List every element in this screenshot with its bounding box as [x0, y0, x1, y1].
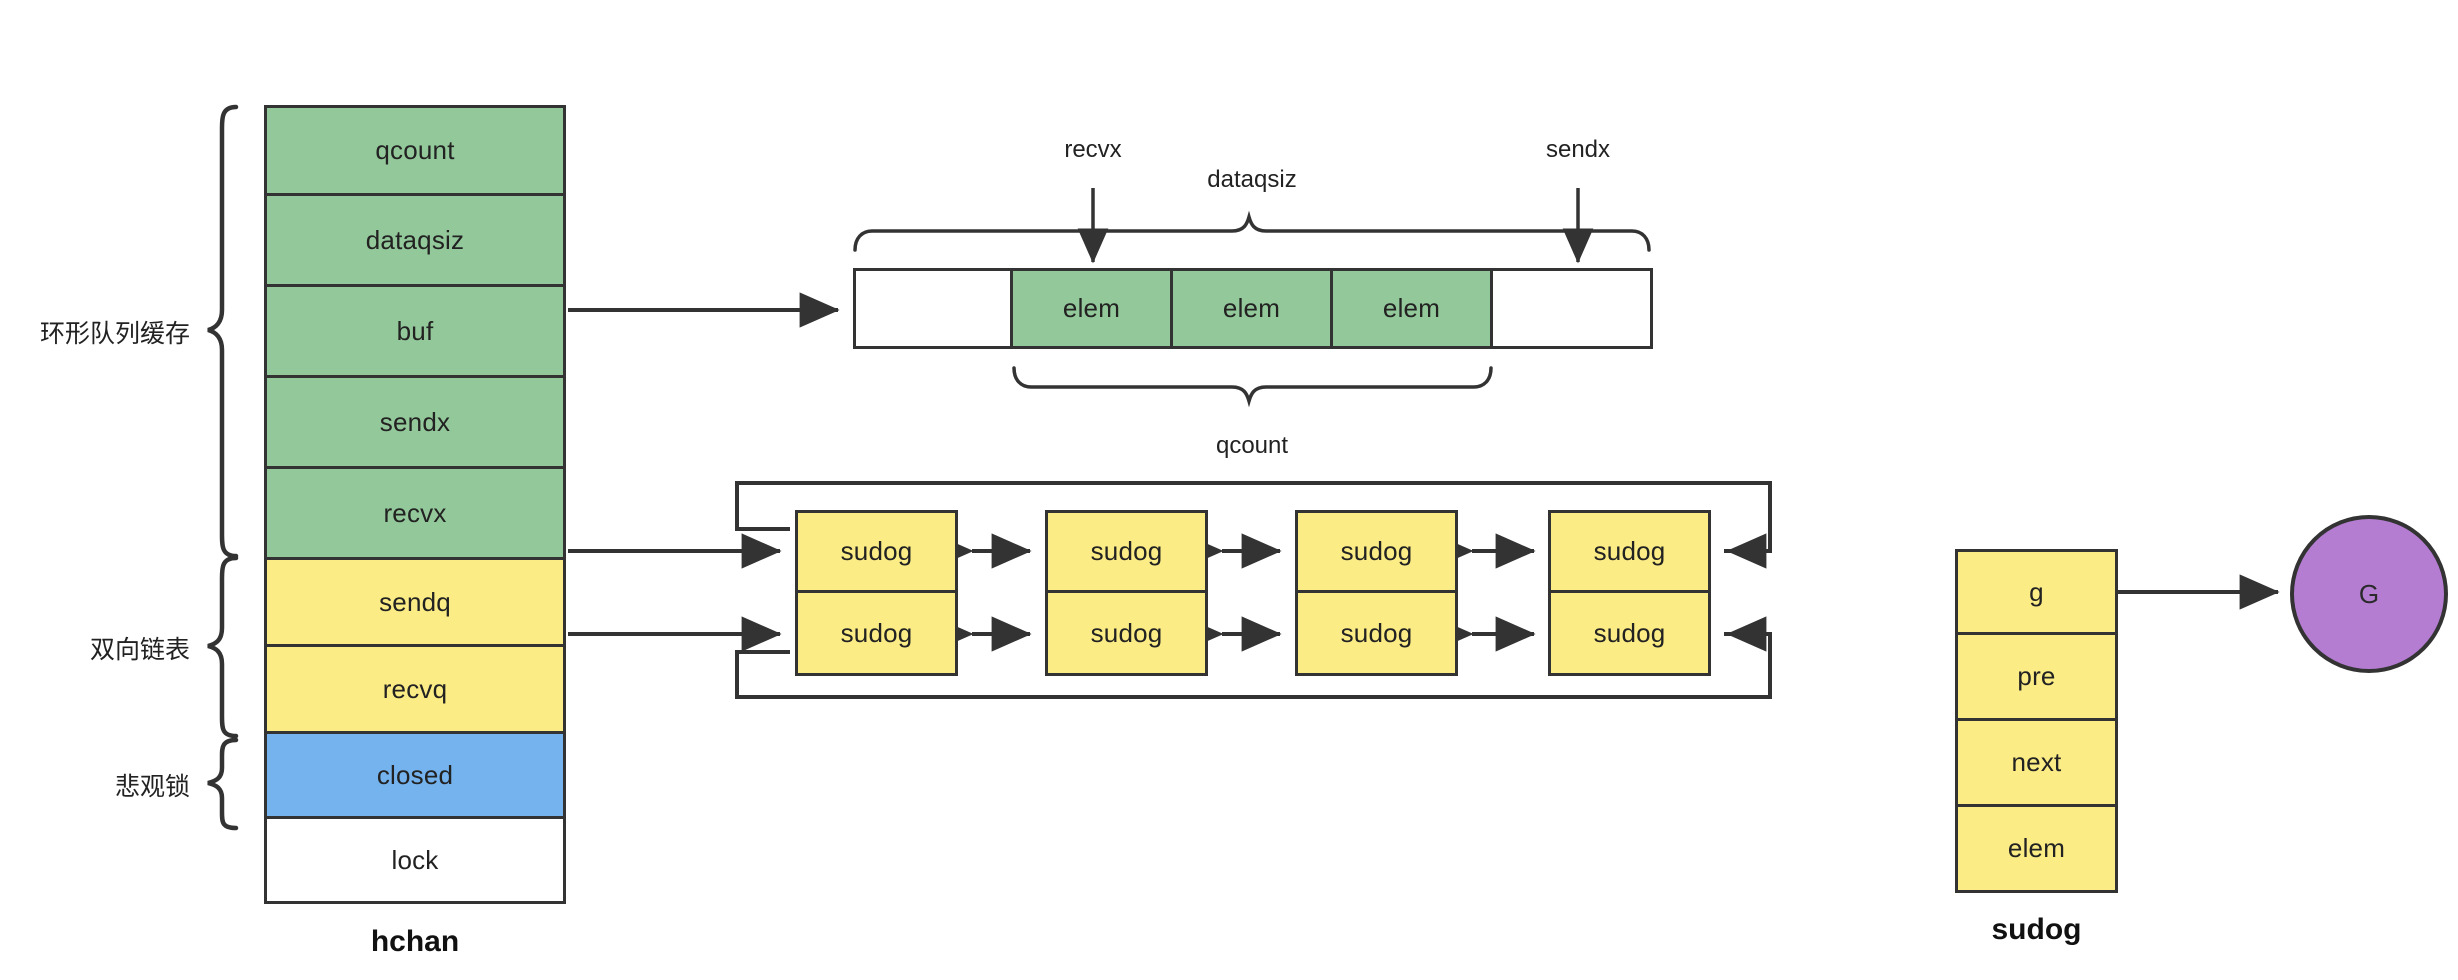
sudog-caption: sudog [1991, 913, 2082, 946]
hchan-field-dataqsiz[interactable]: dataqsiz [264, 196, 566, 287]
hchan-field-qcount[interactable]: qcount [264, 105, 566, 196]
sudog-node-label: sudog [840, 617, 913, 648]
hchan-field-label: buf [396, 315, 434, 346]
recvq-sudog-3[interactable]: sudog [1295, 593, 1458, 676]
ringbuffer-dataqsiz-label: dataqsiz [1207, 166, 1297, 193]
brace-dataqsiz [853, 210, 1651, 252]
hchan-field-label: sendx [379, 406, 451, 437]
ringbuffer-slot-elem-1[interactable]: elem [1013, 268, 1173, 349]
sudog-node-label: sudog [1090, 536, 1163, 566]
hchan-field-label: sendq [379, 586, 451, 617]
brace-lock [207, 737, 239, 831]
sendq-sudog-1[interactable]: sudog [795, 510, 958, 593]
hchan-field-sendq[interactable]: sendq [264, 560, 566, 647]
ringbuffer-slot-empty-head[interactable] [853, 268, 1013, 349]
ringbuffer-sendx-label: sendx [1545, 136, 1611, 163]
hchan-field-label: dataqsiz [365, 224, 465, 255]
hchan-field-label: recvq [382, 673, 448, 704]
ringbuffer-slot-label: elem [1382, 293, 1441, 323]
sudog-node-label: sudog [1340, 617, 1413, 648]
hchan-field-label: lock [391, 844, 439, 875]
sudog-field-label: next [2011, 747, 2062, 777]
diagram-canvas: qcount dataqsiz buf sendx recvx sendq re… [0, 0, 2458, 980]
recvq-sudog-2[interactable]: sudog [1045, 593, 1208, 676]
ringbuffer-slot-empty-tail[interactable] [1493, 268, 1653, 349]
sudog-node-label: sudog [1593, 536, 1666, 566]
brace-linked-list [207, 555, 239, 739]
recvq-sudog-4[interactable]: sudog [1548, 593, 1711, 676]
sudog-field-next[interactable]: next [1955, 721, 2118, 807]
brace-qcount [1012, 366, 1493, 408]
sudog-node-label: sudog [1593, 617, 1666, 648]
hchan-field-label: qcount [375, 135, 455, 165]
ringbuffer-slot-elem-2[interactable]: elem [1173, 268, 1333, 349]
sudog-node-label: sudog [840, 536, 913, 566]
ringbuffer-slot-elem-3[interactable]: elem [1333, 268, 1493, 349]
hchan-field-recvx[interactable]: recvx [264, 469, 566, 560]
brace-ring-buffer [207, 104, 239, 559]
ringbuffer-slot-label: elem [1222, 293, 1281, 323]
hchan-field-sendx[interactable]: sendx [264, 378, 566, 469]
hchan-field-lock[interactable]: lock [264, 819, 566, 904]
sudog-field-pre[interactable]: pre [1955, 635, 2118, 721]
sudog-node-label: sudog [1090, 617, 1163, 648]
goroutine-circle[interactable]: G [2290, 515, 2448, 673]
group-label-linked-list: 双向链表 [89, 636, 190, 664]
hchan-field-closed[interactable]: closed [264, 734, 566, 819]
hchan-field-buf[interactable]: buf [264, 287, 566, 378]
group-label-ring-buffer: 环形队列缓存 [39, 320, 190, 348]
sudog-field-label: pre [2017, 661, 2056, 691]
hchan-field-label: recvx [383, 497, 447, 528]
ringbuffer-qcount-label: qcount [1215, 432, 1289, 459]
sudog-field-elem[interactable]: elem [1955, 807, 2118, 893]
sudog-field-label: elem [2007, 833, 2066, 863]
recvq-sudog-1[interactable]: sudog [795, 593, 958, 676]
hchan-field-recvq[interactable]: recvq [264, 647, 566, 734]
goroutine-label: G [2358, 578, 2380, 609]
group-label-lock: 悲观锁 [114, 773, 190, 801]
sudog-field-label: g [2029, 576, 2044, 607]
ringbuffer-recvx-label: recvx [1064, 136, 1122, 163]
sudog-field-g[interactable]: g [1955, 549, 2118, 635]
sudog-node-label: sudog [1340, 536, 1413, 566]
sendq-sudog-2[interactable]: sudog [1045, 510, 1208, 593]
ringbuffer-slot-label: elem [1062, 293, 1121, 323]
hchan-caption: hchan [370, 925, 460, 958]
sendq-sudog-3[interactable]: sudog [1295, 510, 1458, 593]
sendq-sudog-4[interactable]: sudog [1548, 510, 1711, 593]
hchan-field-label: closed [376, 759, 454, 790]
